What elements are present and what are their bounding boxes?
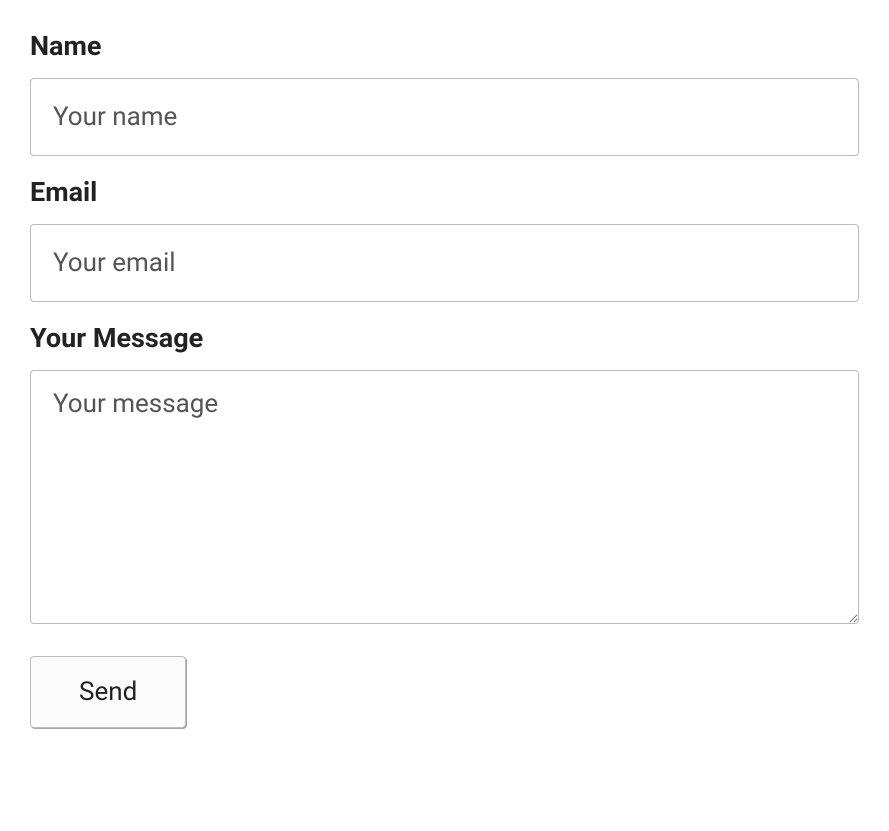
message-label: Your Message [30, 322, 859, 354]
name-field-group: Name [30, 30, 859, 156]
message-textarea[interactable] [30, 370, 859, 624]
contact-form: Name Email Your Message Send [30, 30, 859, 728]
message-field-group: Your Message [30, 322, 859, 628]
name-label: Name [30, 30, 859, 62]
email-label: Email [30, 176, 859, 208]
email-input[interactable] [30, 224, 859, 302]
name-input[interactable] [30, 78, 859, 156]
send-button[interactable]: Send [30, 656, 186, 728]
email-field-group: Email [30, 176, 859, 302]
